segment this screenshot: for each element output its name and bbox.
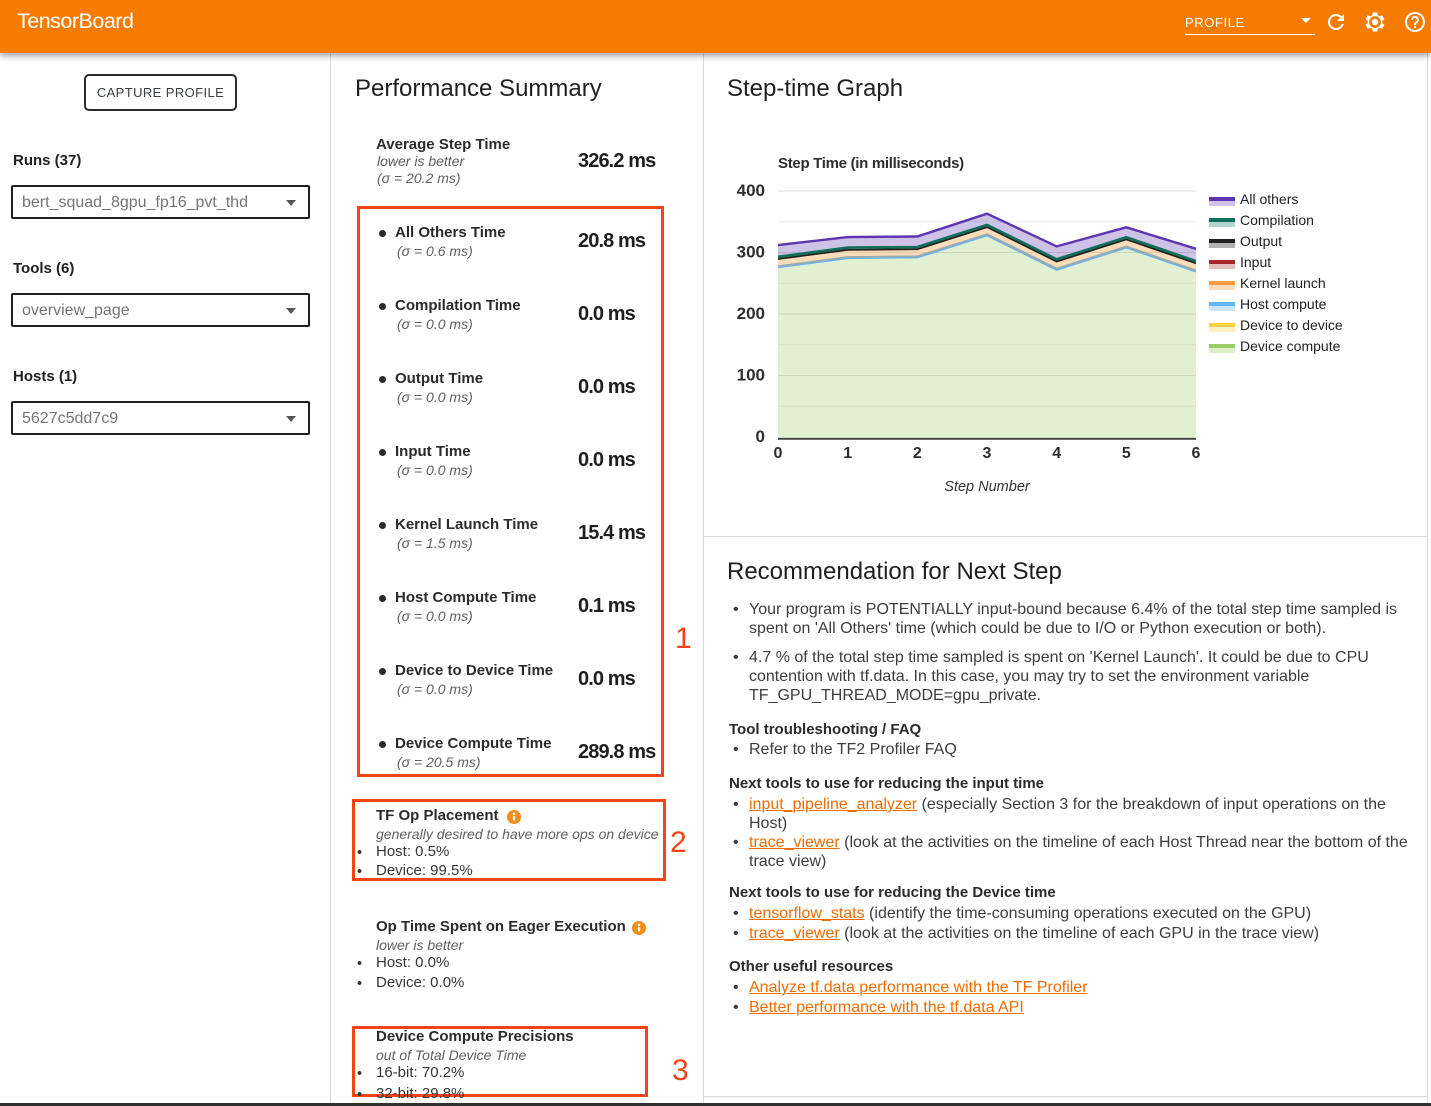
svg-text:1: 1	[843, 445, 852, 462]
svg-text:3: 3	[983, 445, 992, 462]
svg-text:300: 300	[737, 243, 765, 262]
svg-text:2: 2	[913, 445, 922, 462]
svg-text:6: 6	[1192, 445, 1201, 462]
svg-text:Step Time (in milliseconds): Step Time (in milliseconds)	[778, 155, 964, 172]
svg-text:5: 5	[1122, 445, 1131, 462]
svg-text:0: 0	[756, 427, 765, 446]
svg-text:4: 4	[1052, 445, 1061, 462]
svg-text:200: 200	[737, 304, 765, 323]
svg-text:400: 400	[737, 181, 765, 200]
svg-text:Step Number: Step Number	[944, 479, 1031, 495]
svg-text:0: 0	[774, 445, 783, 462]
svg-text:100: 100	[737, 366, 765, 385]
